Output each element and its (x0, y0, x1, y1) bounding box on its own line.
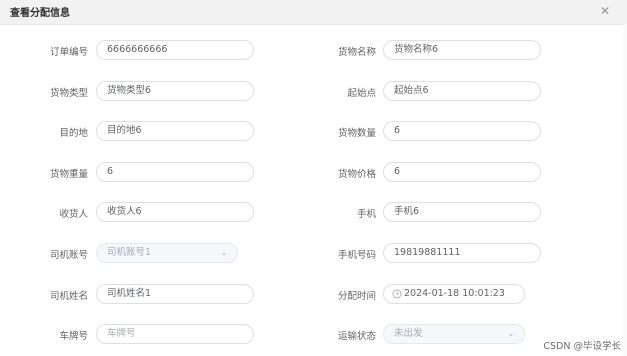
goods-weight-field[interactable]: 6 (96, 162, 254, 182)
goods-qty-field[interactable]: 6 (383, 121, 541, 141)
origin-field[interactable]: 起始点6 (383, 81, 541, 101)
goods-name-field[interactable]: 货物名称6 (383, 40, 541, 60)
assign-time-value: 2024-01-18 10:01:23 (404, 288, 505, 299)
dialog-title: 查看分配信息 (10, 8, 70, 19)
clock-icon (392, 289, 402, 299)
mobile-field[interactable]: 19819881111 (383, 243, 541, 263)
goods-type-label: 货物类型 (49, 88, 88, 99)
assign-time-picker[interactable]: 2024-01-18 10:01:23 (383, 284, 525, 304)
chevron-down-icon: ⌄ (507, 329, 515, 338)
plate-no-label: 车牌号 (59, 331, 88, 342)
mobile-label: 手机号码 (337, 250, 376, 261)
goods-qty-label: 货物数量 (337, 128, 376, 139)
transport-status-label: 运输状态 (337, 331, 376, 342)
driver-account-select[interactable]: 司机账号1 ⌄ (96, 243, 238, 263)
destination-label: 目的地 (59, 128, 88, 139)
goods-price-label: 货物价格 (337, 169, 376, 180)
order-no-label: 订单编号 (49, 47, 88, 58)
driver-name-field[interactable]: 司机姓名1 (96, 284, 254, 304)
destination-field[interactable]: 目的地6 (96, 121, 254, 141)
transport-status-value: 未出发 (394, 328, 423, 339)
receiver-label: 收货人 (59, 209, 88, 220)
plate-no-field[interactable]: 车牌号 (96, 324, 254, 344)
goods-price-field[interactable]: 6 (383, 162, 541, 182)
driver-account-value: 司机账号1 (107, 247, 152, 258)
transport-status-select[interactable]: 未出发 ⌄ (383, 324, 525, 344)
assign-time-label: 分配时间 (337, 291, 376, 302)
goods-name-label: 货物名称 (337, 47, 376, 58)
watermark: CSDN @毕设学长 (543, 341, 621, 352)
driver-account-label: 司机账号 (49, 250, 88, 261)
goods-weight-label: 货物重量 (49, 169, 88, 180)
dialog-header: 查看分配信息 ✕ (0, 0, 627, 25)
assign-info-dialog: 查看分配信息 ✕ 订单编号 6666666666 货物名称 货物名称6 货物类型… (0, 0, 627, 356)
scrollbar[interactable] (623, 24, 627, 356)
driver-name-label: 司机姓名 (49, 291, 88, 302)
order-no-field[interactable]: 6666666666 (96, 40, 254, 60)
origin-label: 起始点 (347, 88, 376, 99)
receiver-field[interactable]: 收货人6 (96, 202, 254, 222)
phone-label: 手机 (356, 209, 376, 220)
phone-field[interactable]: 手机6 (383, 202, 541, 222)
close-icon[interactable]: ✕ (599, 4, 611, 18)
chevron-down-icon: ⌄ (220, 248, 228, 257)
goods-type-field[interactable]: 货物类型6 (96, 81, 254, 101)
